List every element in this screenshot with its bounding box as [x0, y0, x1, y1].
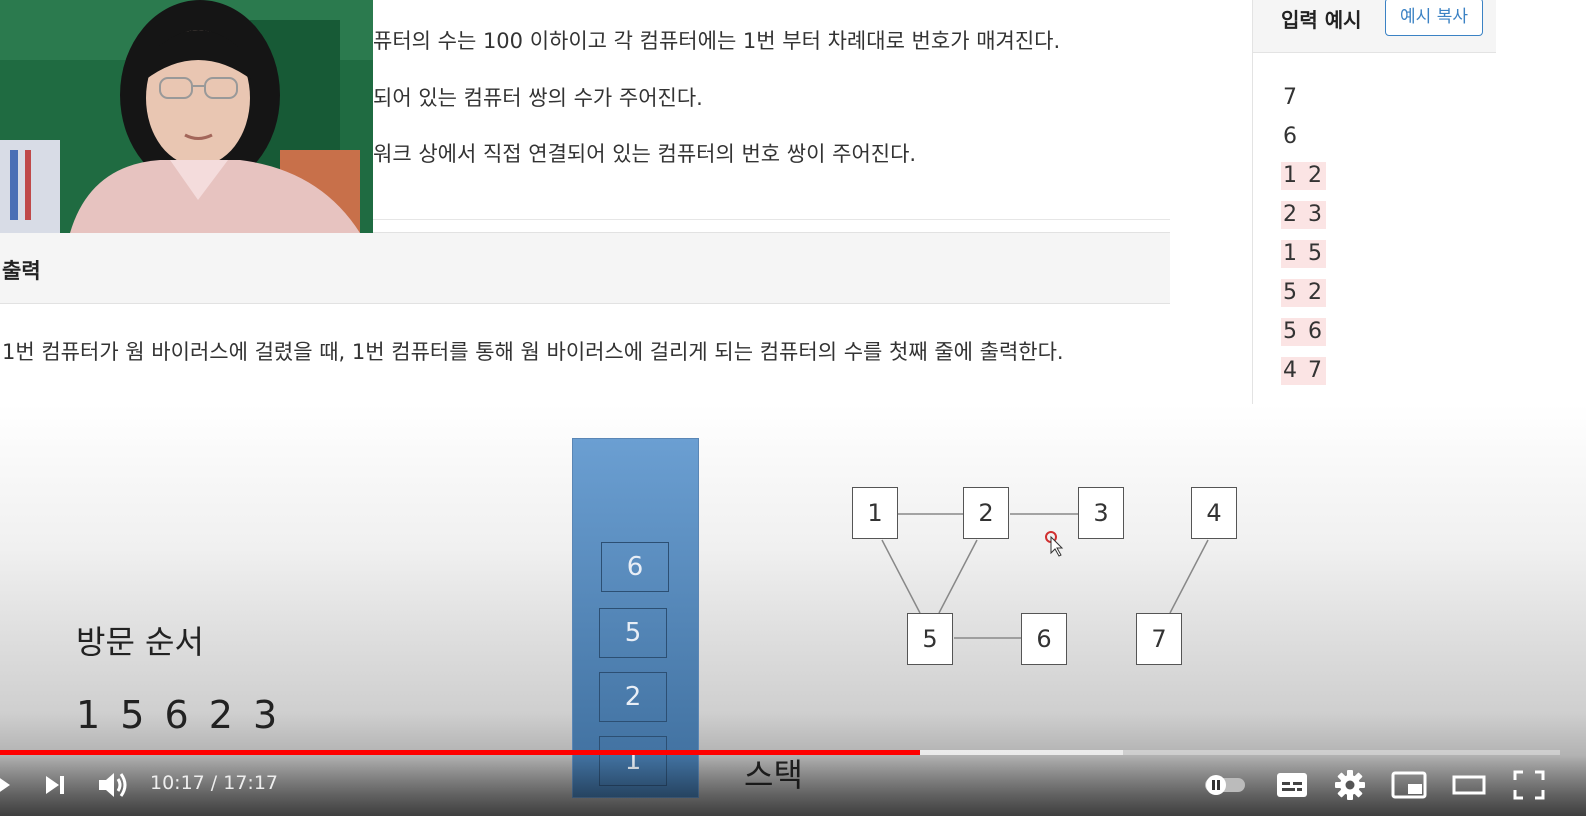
- autoplay-toggle-icon[interactable]: [1202, 770, 1248, 800]
- duration: 17:17: [223, 772, 279, 794]
- problem-input-line-1: 퓨터의 수는 100 이하이고 각 컴퓨터에는 1번 부터 차례대로 번호가 매…: [373, 29, 1061, 53]
- stack-item: 5: [599, 608, 667, 658]
- edge-4-7: [1169, 539, 1209, 614]
- sample-input-title: 입력 예시: [1281, 8, 1362, 32]
- mouse-cursor-icon: [1050, 535, 1064, 557]
- sample-line: 1 2: [1281, 162, 1326, 190]
- time-separator: /: [204, 772, 224, 794]
- sample-line: 5 2: [1281, 279, 1326, 307]
- sample-line: 2 3: [1281, 201, 1326, 229]
- current-time: 10:17: [150, 772, 205, 794]
- progress-played: [0, 750, 920, 755]
- graph-node-5: 5: [907, 613, 953, 665]
- graph-node-3: 3: [1078, 487, 1124, 539]
- copy-sample-button[interactable]: 예시 복사: [1385, 0, 1483, 36]
- volume-icon[interactable]: [94, 766, 132, 804]
- next-video-icon[interactable]: [40, 770, 70, 800]
- sample-line: 5 6: [1281, 318, 1326, 346]
- edge-2-5: [938, 539, 978, 614]
- settings-gear-icon[interactable]: [1332, 767, 1368, 803]
- sample-line: 7: [1283, 85, 1299, 110]
- stack-item: 6: [601, 542, 669, 592]
- theater-mode-icon[interactable]: [1450, 768, 1488, 802]
- sample-line: 6: [1283, 124, 1299, 149]
- sample-line: 1 5: [1281, 240, 1326, 268]
- edge-1-5: [881, 539, 921, 614]
- play-icon[interactable]: [0, 770, 14, 800]
- presenter-image: [0, 0, 373, 233]
- stack-item: 2: [599, 672, 667, 722]
- output-section-header: 출력: [0, 232, 1170, 304]
- stack-container: 6 5 2 1: [572, 438, 699, 798]
- output-section-title: 출력: [2, 259, 41, 283]
- problem-input-line-2: 되어 있는 컴퓨터 쌍의 수가 주어진다.: [373, 86, 703, 110]
- sample-line: 4 7: [1281, 357, 1326, 385]
- visit-order-sequence: 1 5 6 2 3: [76, 693, 282, 737]
- graph-node-6: 6: [1021, 613, 1067, 665]
- graph-node-2: 2: [963, 487, 1009, 539]
- time-display: 10:17 / 17:17: [150, 772, 278, 794]
- miniplayer-icon[interactable]: [1390, 768, 1428, 802]
- output-description: 1번 컴퓨터가 웜 바이러스에 걸렸을 때, 1번 컴퓨터를 통해 웜 바이러스…: [2, 340, 1064, 364]
- graph-node-1: 1: [852, 487, 898, 539]
- webcam-video: [0, 0, 373, 233]
- fullscreen-icon[interactable]: [1510, 767, 1548, 803]
- subtitles-icon[interactable]: [1274, 768, 1310, 802]
- sample-input-header: 입력 예시 예시 복사: [1253, 0, 1496, 53]
- sample-input-panel: 입력 예시 예시 복사 7 6 1 2 2 3 1 5 5 2 5 6 4 7: [1252, 0, 1496, 404]
- graph-node-4: 4: [1191, 487, 1237, 539]
- graph-node-7: 7: [1136, 613, 1182, 665]
- problem-input-line-3: 워크 상에서 직접 연결되어 있는 컴퓨터의 번호 쌍이 주어진다.: [373, 142, 917, 166]
- visit-order-label: 방문 순서: [76, 623, 204, 661]
